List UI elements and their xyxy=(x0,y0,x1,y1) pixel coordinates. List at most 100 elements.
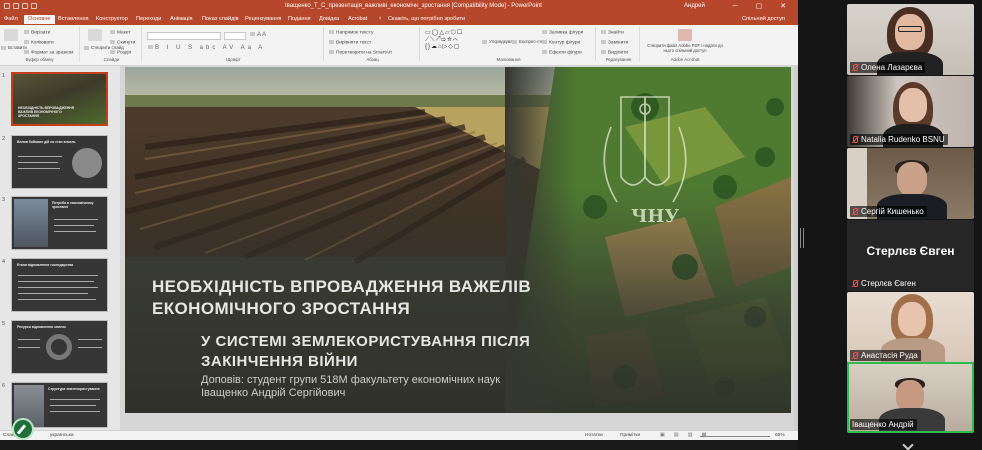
section-button[interactable]: Розділ xyxy=(110,50,131,55)
smartart-button[interactable]: Перетворити на SmartArt xyxy=(329,50,392,55)
align-text-button[interactable]: Вирівняти текст xyxy=(329,40,371,45)
zoom-level[interactable]: 65% xyxy=(775,433,785,438)
mic-muted-icon xyxy=(852,352,858,359)
drawing-group: ▭◯△▱⬡☐ ⟋⟍↗⇨☆⌒ {}☁⌂▷◇▢ Упорядкувати Експрес… xyxy=(422,27,596,62)
status-bar: Слайд 1 з 16 українська Нотатки Примітки… xyxy=(0,430,798,440)
paragraph-group-label: Абзац xyxy=(366,57,379,62)
tab-insert[interactable]: Вставлення xyxy=(58,16,89,22)
thumbnail-title: Вплив бойових дій на стан земель xyxy=(17,140,76,144)
tab-file[interactable]: Файл xyxy=(4,16,18,22)
thumbnail-number: 4 xyxy=(2,259,6,265)
layout-button[interactable]: Макет xyxy=(110,30,131,35)
format-painter-button[interactable]: Формат за зразком xyxy=(24,50,73,55)
panel-resize-handle[interactable] xyxy=(800,228,804,248)
copy-button[interactable]: Копіювати xyxy=(24,40,54,45)
tab-acrobat[interactable]: Acrobat xyxy=(348,16,367,22)
notes-button[interactable]: Нотатки xyxy=(585,433,603,438)
slide-presenter: Доповів: студент групи 518М факультету е… xyxy=(201,374,500,400)
shape-fill-button[interactable]: Заливка фігури xyxy=(542,30,583,35)
cut-button[interactable]: Вирізати xyxy=(24,30,50,35)
thumbnail-2[interactable]: Вплив бойових дій на стан земель xyxy=(11,135,108,189)
tab-view[interactable]: Подання xyxy=(288,16,311,22)
tab-slideshow[interactable]: Показ слайдів xyxy=(202,16,239,22)
text-direction-button[interactable]: Напрямок тексту xyxy=(329,30,373,35)
window-controls[interactable]: ─ ▢ ✕ xyxy=(733,2,794,10)
thumbnail-title: НЕОБХІДНІСТЬ ВПРОВАДЖЕННЯ ВАЖЛИВ ЕКОНОМІ… xyxy=(18,106,75,118)
slide-title-line-2: ЕКОНОМІЧНОГО ЗРОСТАННЯ xyxy=(152,299,411,318)
editing-group: Знайти Замінити Виділити Редагування xyxy=(598,27,640,62)
participant-name: Natalia Rudenko BSNU xyxy=(850,134,948,145)
participant-tile[interactable]: Анастасія Руда xyxy=(847,292,974,363)
participant-name: Анастасія Руда xyxy=(850,350,921,361)
participant-tile[interactable]: Сергій Кишенько xyxy=(847,148,974,219)
tab-help[interactable]: Довідка xyxy=(319,16,339,22)
participant-name: Сергій Кишенько xyxy=(850,206,927,217)
find-button[interactable]: Знайти xyxy=(601,30,624,35)
participant-tile[interactable]: Стерлєв Євген Стерлєв Євген xyxy=(847,220,974,291)
mic-muted-icon xyxy=(852,280,858,287)
thumbnail-3[interactable]: Потреба в економічному зростанні xyxy=(11,196,108,250)
tab-animations[interactable]: Анімація xyxy=(170,16,193,22)
save-icon[interactable] xyxy=(4,3,10,9)
slide-subtitle: У СИСТЕМІ ЗЕМЛЕКОРИСТУВАННЯ ПІСЛЯ ЗАКІНЧ… xyxy=(201,332,530,372)
thumbnail-number: 1 xyxy=(2,73,6,79)
university-logo-text: ЧНУ xyxy=(631,206,680,227)
slides-group: Створити слайд Макет Скинути Розділ Слай… xyxy=(82,27,142,62)
tab-home[interactable]: Основне xyxy=(24,15,55,24)
clipboard-group-label: Буфер обміну xyxy=(25,57,54,62)
language-indicator[interactable]: українська xyxy=(50,433,74,438)
quick-access-toolbar[interactable] xyxy=(4,3,40,11)
slide-1[interactable]: ЧНУ НЕОБХІДНІСТЬ ВПРОВАДЖЕННЯ ВАЖЕЛІВ ЕК… xyxy=(125,67,791,413)
user-name[interactable]: Андрей xyxy=(684,3,705,9)
thumbnail-number: 2 xyxy=(2,136,6,142)
thumbnail-4[interactable]: Етапи відновлення господарства xyxy=(11,258,108,312)
shape-effects-button[interactable]: Ефекти фігури xyxy=(542,50,582,55)
undo-icon[interactable] xyxy=(13,3,19,9)
tell-me-search[interactable]: Скажіть, що потрібно зробити xyxy=(388,16,465,22)
share-button[interactable]: Спільний доступ xyxy=(742,16,785,22)
tab-design[interactable]: Конструктор xyxy=(96,16,128,22)
annotate-pen-icon[interactable] xyxy=(12,418,34,440)
paste-icon[interactable] xyxy=(4,29,18,41)
slide-subtitle-line-2: ЗАКІНЧЕННЯ ВІЙНИ xyxy=(201,353,358,370)
zoom-slider[interactable] xyxy=(700,436,770,437)
slides-group-label: Слайди xyxy=(103,57,120,62)
tab-transitions[interactable]: Переходи xyxy=(136,16,161,22)
lightbulb-icon: ♀ xyxy=(378,16,383,22)
participant-name: Стерлєв Євген xyxy=(850,278,919,289)
new-slide-icon[interactable] xyxy=(88,29,102,41)
font-name-box[interactable] xyxy=(147,32,221,40)
paste-button[interactable]: Вставити xyxy=(1,45,27,50)
select-button[interactable]: Виділити xyxy=(601,50,628,55)
paragraph-group: Напрямок тексту Вирівняти текст Перетвор… xyxy=(326,27,420,62)
comments-button[interactable]: Примітки xyxy=(620,433,640,438)
mic-muted-icon xyxy=(852,64,858,71)
participant-tile[interactable]: Олена Лазарєва xyxy=(847,4,974,75)
font-style-icons[interactable]: B I U S abc AV Aa A xyxy=(148,45,265,51)
acrobat-pdf-icon[interactable] xyxy=(678,29,692,41)
create-pdf-button[interactable]: Створити файл Adobe PDF і надати до ньог… xyxy=(644,43,726,53)
replace-button[interactable]: Замінити xyxy=(601,40,628,45)
shape-outline-button[interactable]: Контур фігури xyxy=(542,40,580,45)
reset-button[interactable]: Скинути xyxy=(110,40,135,45)
start-show-icon[interactable] xyxy=(31,3,37,9)
thumbnail-1[interactable]: НЕОБХІДНІСТЬ ВПРОВАДЖЕННЯ ВАЖЛИВ ЕКОНОМІ… xyxy=(11,72,108,126)
font-size-box[interactable] xyxy=(224,32,246,40)
slide-canvas: ЧНУ НЕОБХІДНІСТЬ ВПРОВАДЖЕННЯ ВАЖЕЛІВ ЕК… xyxy=(120,66,794,430)
redo-icon[interactable] xyxy=(22,3,28,9)
tab-review[interactable]: Рецензування xyxy=(245,16,281,22)
share-bottom-bar xyxy=(0,440,798,450)
thumbnail-number: 3 xyxy=(2,197,6,203)
slide-scrollbar[interactable] xyxy=(794,66,798,430)
acrobat-group-label: Adobe Acrobat xyxy=(670,57,700,62)
participant-tile[interactable]: Natalia Rudenko BSNU xyxy=(847,76,974,147)
shapes-gallery[interactable]: ▭◯△▱⬡☐ ⟋⟍↗⇨☆⌒ {}☁⌂▷◇▢ xyxy=(425,30,479,52)
document-title: Іващенко_Т_С_презентація_важливі_економі… xyxy=(285,3,542,9)
participant-tile-active-speaker[interactable]: Іващенко Андрій xyxy=(847,362,974,433)
presenter-line-1: Доповів: студент групи 518М факультету е… xyxy=(201,374,501,386)
slide-subtitle-line-1: У СИСТЕМІ ЗЕМЛЕКОРИСТУВАННЯ ПІСЛЯ xyxy=(201,333,531,350)
font-grow-shrink-icon[interactable]: A A xyxy=(250,32,266,38)
thumbnail-5[interactable]: Ресурси відновлення земель xyxy=(11,320,108,374)
participant-display-name: Стерлєв Євген xyxy=(866,244,955,258)
slide-title-line-1: НЕОБХІДНІСТЬ ВПРОВАДЖЕННЯ ВАЖЕЛІВ xyxy=(152,277,532,296)
